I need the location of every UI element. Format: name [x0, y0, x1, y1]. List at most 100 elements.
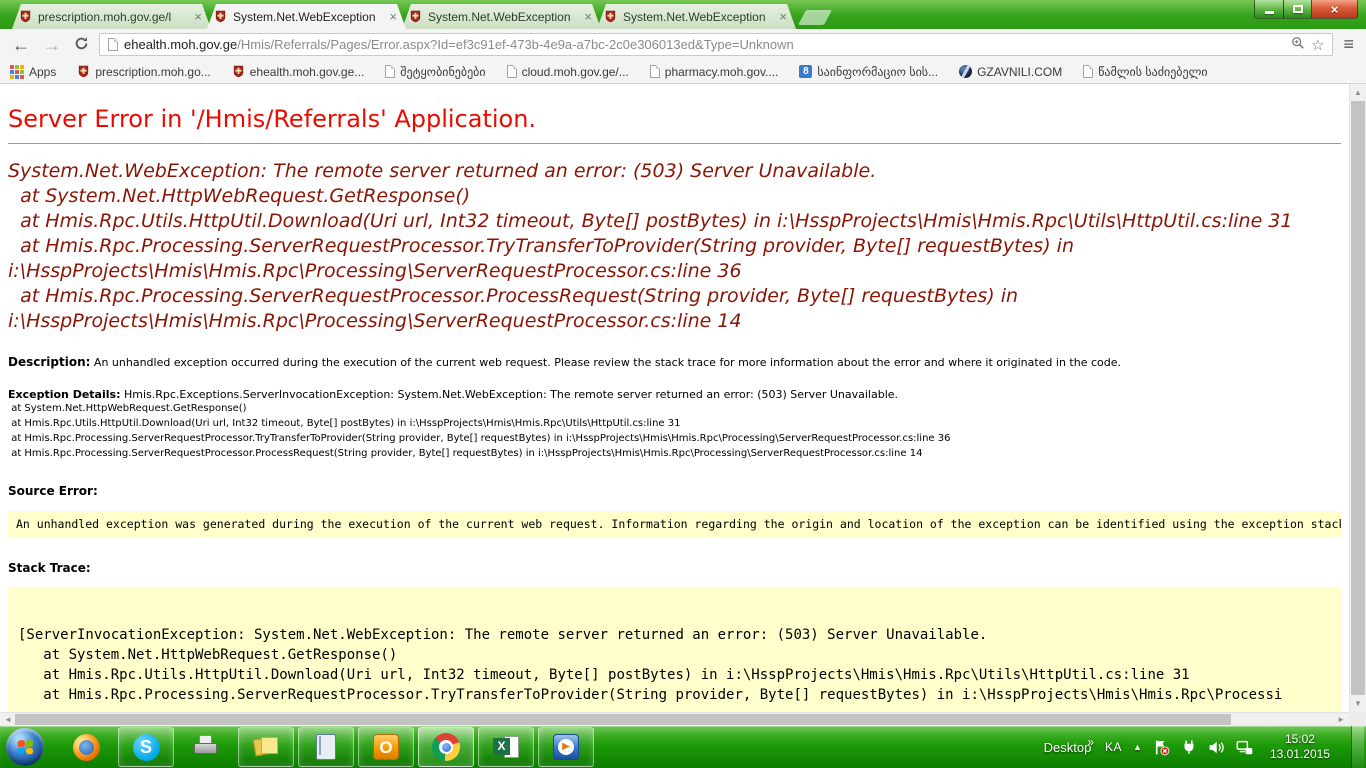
network-icon[interactable]: [1236, 739, 1253, 756]
minimize-button[interactable]: [1254, 0, 1284, 19]
exception-line: at System.Net.HttpWebRequest.GetResponse…: [8, 184, 1341, 209]
taskbar-skype-button[interactable]: S: [118, 727, 174, 767]
stack-line: [ServerInvocationException: System.Net.W…: [18, 625, 1331, 645]
georgia-crest-favicon-icon: [409, 10, 422, 23]
exception-line: at Hmis.Rpc.Utils.HttpUtil.Download(Uri …: [8, 209, 1341, 234]
vertical-scroll-thumb[interactable]: [1351, 101, 1365, 695]
horizontal-scroll-thumb[interactable]: [15, 714, 1231, 725]
tab-close-icon[interactable]: ×: [777, 10, 789, 23]
bookmark-pharmacy[interactable]: pharmacy.moh.gov....: [650, 65, 779, 79]
bookmark-gzavnili[interactable]: GZAVNILI.COM: [959, 65, 1062, 79]
page-icon: [507, 65, 517, 78]
new-tab-button[interactable]: [798, 10, 832, 25]
exception-line: System.Net.WebException: The remote serv…: [8, 159, 1341, 184]
tab-prescription[interactable]: prescription.moh.gov.ge/l ×: [12, 4, 211, 29]
bookmark-label: GZAVNILI.COM: [977, 65, 1062, 79]
hidden-icons-chevron[interactable]: ▲: [1133, 742, 1142, 752]
taskbar-chrome-button[interactable]: [418, 727, 474, 767]
tab-title: prescription.moh.gov.ge/l: [38, 10, 188, 24]
scroll-up-icon[interactable]: ▲: [1350, 88, 1366, 97]
description-text: An unhandled exception occurred during t…: [90, 356, 1121, 369]
firefox-icon: [73, 734, 100, 761]
error-page: Server Error in '/Hmis/Referrals' Applic…: [0, 84, 1349, 712]
bookmark-prescription[interactable]: prescription.moh.go...: [77, 65, 210, 79]
bookmark-infosystem[interactable]: 8 საინფორმაციო სის...: [799, 65, 938, 79]
page-title: Server Error in '/Hmis/Referrals' Applic…: [8, 105, 1341, 133]
tab-close-icon[interactable]: ×: [582, 10, 594, 23]
taskbar-calculator-button[interactable]: [298, 727, 354, 767]
language-indicator[interactable]: KA: [1105, 740, 1122, 754]
zoom-icon[interactable]: [1291, 36, 1305, 53]
taskbar-media-player-button[interactable]: ▶: [538, 727, 594, 767]
exception-details: Exception Details: Hmis.Rpc.Exceptions.S…: [8, 388, 1341, 461]
taskbar-excel-button[interactable]: X: [478, 727, 534, 767]
show-desktop-button[interactable]: [1351, 726, 1364, 768]
tab-close-icon[interactable]: ×: [192, 10, 204, 23]
taskbar-sticky-notes-button[interactable]: [238, 727, 294, 767]
maximize-button[interactable]: [1283, 0, 1312, 19]
exception-line: at Hmis.Rpc.Processing.ServerRequestProc…: [8, 284, 1341, 334]
back-button[interactable]: ←: [9, 36, 33, 54]
bookmark-drugsearch[interactable]: წამლის საძიებელი: [1083, 65, 1207, 79]
volume-icon[interactable]: [1208, 739, 1225, 756]
taskbar-firefox-button[interactable]: [58, 727, 114, 767]
outlook-icon: O: [373, 734, 399, 760]
media-player-icon: ▶: [553, 734, 579, 760]
tab-strip: prescription.moh.gov.ge/l × System.Net.W…: [0, 0, 1366, 29]
bookmark-label: საინფორმაციო სის...: [817, 65, 938, 79]
taskbar-outlook-button[interactable]: O: [358, 727, 414, 767]
bookmark-label: ehealth.moh.gov.ge...: [250, 65, 365, 79]
description-row: Description: An unhandled exception occu…: [8, 355, 1341, 369]
reload-button[interactable]: [71, 36, 92, 54]
system-tray: Desktop» KA ▲ 15:02 13.01.2015: [1044, 726, 1366, 768]
tab-title: System.Net.WebException: [428, 10, 578, 24]
tab-webexception-active[interactable]: System.Net.WebException ×: [207, 4, 406, 29]
apps-shortcut[interactable]: Apps: [10, 65, 56, 79]
clock[interactable]: 15:02 13.01.2015: [1264, 732, 1336, 762]
bookmark-ehealth[interactable]: ehealth.moh.gov.ge...: [232, 65, 365, 79]
page-icon: [1083, 65, 1093, 78]
horizontal-scrollbar[interactable]: ◄ ►: [0, 712, 1349, 726]
maximize-icon: [1293, 5, 1303, 13]
power-plug-icon[interactable]: [1181, 739, 1197, 755]
bookmark-messages[interactable]: შეტყობინებები: [385, 65, 485, 79]
desktop-toolbar[interactable]: Desktop»: [1044, 740, 1094, 755]
chrome-icon: [432, 733, 460, 761]
browser-toolbar: ← → ehealth.moh.gov.ge /Hmis/Referrals/P…: [0, 29, 1366, 60]
scroll-left-icon[interactable]: ◄: [4, 715, 12, 724]
exception-detail-line: at Hmis.Rpc.Processing.ServerRequestProc…: [8, 446, 1341, 461]
tab-webexception-2[interactable]: System.Net.WebException ×: [402, 4, 601, 29]
start-button[interactable]: [6, 728, 44, 766]
exception-detail-line: at Hmis.Rpc.Processing.ServerRequestProc…: [8, 431, 1341, 446]
tab-close-icon[interactable]: ×: [387, 10, 399, 23]
address-bar[interactable]: ehealth.moh.gov.ge /Hmis/Referrals/Pages…: [99, 33, 1333, 56]
exception-line: at Hmis.Rpc.Processing.ServerRequestProc…: [8, 234, 1341, 284]
globe-icon: [959, 65, 972, 78]
tab-title: System.Net.WebException: [623, 10, 773, 24]
bookmark-cloud[interactable]: cloud.moh.gov.ge/...: [507, 65, 629, 79]
close-button[interactable]: ×: [1311, 0, 1358, 19]
url-path: /Hmis/Referrals/Pages/Error.aspx?Id=ef3c…: [237, 37, 1285, 52]
page-icon: [650, 65, 660, 78]
window-controls: ×: [1255, 0, 1358, 19]
bookmark-label: წამლის საძიებელი: [1098, 65, 1207, 79]
bookmark-label: pharmacy.moh.gov....: [665, 65, 779, 79]
page-icon[interactable]: [108, 38, 118, 51]
printer-icon: [193, 735, 219, 759]
chevron-icon: »: [1087, 735, 1094, 749]
scroll-down-icon[interactable]: ▼: [1350, 699, 1366, 708]
bookmark-star-icon[interactable]: ☆: [1311, 36, 1324, 54]
skype-icon: S: [133, 734, 160, 761]
time: 15:02: [1270, 732, 1330, 747]
action-center-flag-icon[interactable]: [1153, 739, 1170, 756]
taskbar-printer-button[interactable]: [178, 727, 234, 767]
tab-webexception-3[interactable]: System.Net.WebException ×: [597, 4, 796, 29]
scroll-right-icon[interactable]: ►: [1337, 715, 1345, 724]
page-icon: [385, 65, 395, 78]
exception-detail-line: at Hmis.Rpc.Utils.HttpUtil.Download(Uri …: [8, 416, 1341, 431]
source-error-box: An unhandled exception was generated dur…: [8, 511, 1341, 538]
vertical-scrollbar[interactable]: ▲ ▼: [1349, 84, 1366, 712]
bookmarks-bar: Apps prescription.moh.go... ehealth.moh.…: [0, 60, 1366, 84]
forward-button[interactable]: →: [40, 36, 64, 54]
chrome-menu-icon[interactable]: ≡: [1340, 34, 1357, 55]
